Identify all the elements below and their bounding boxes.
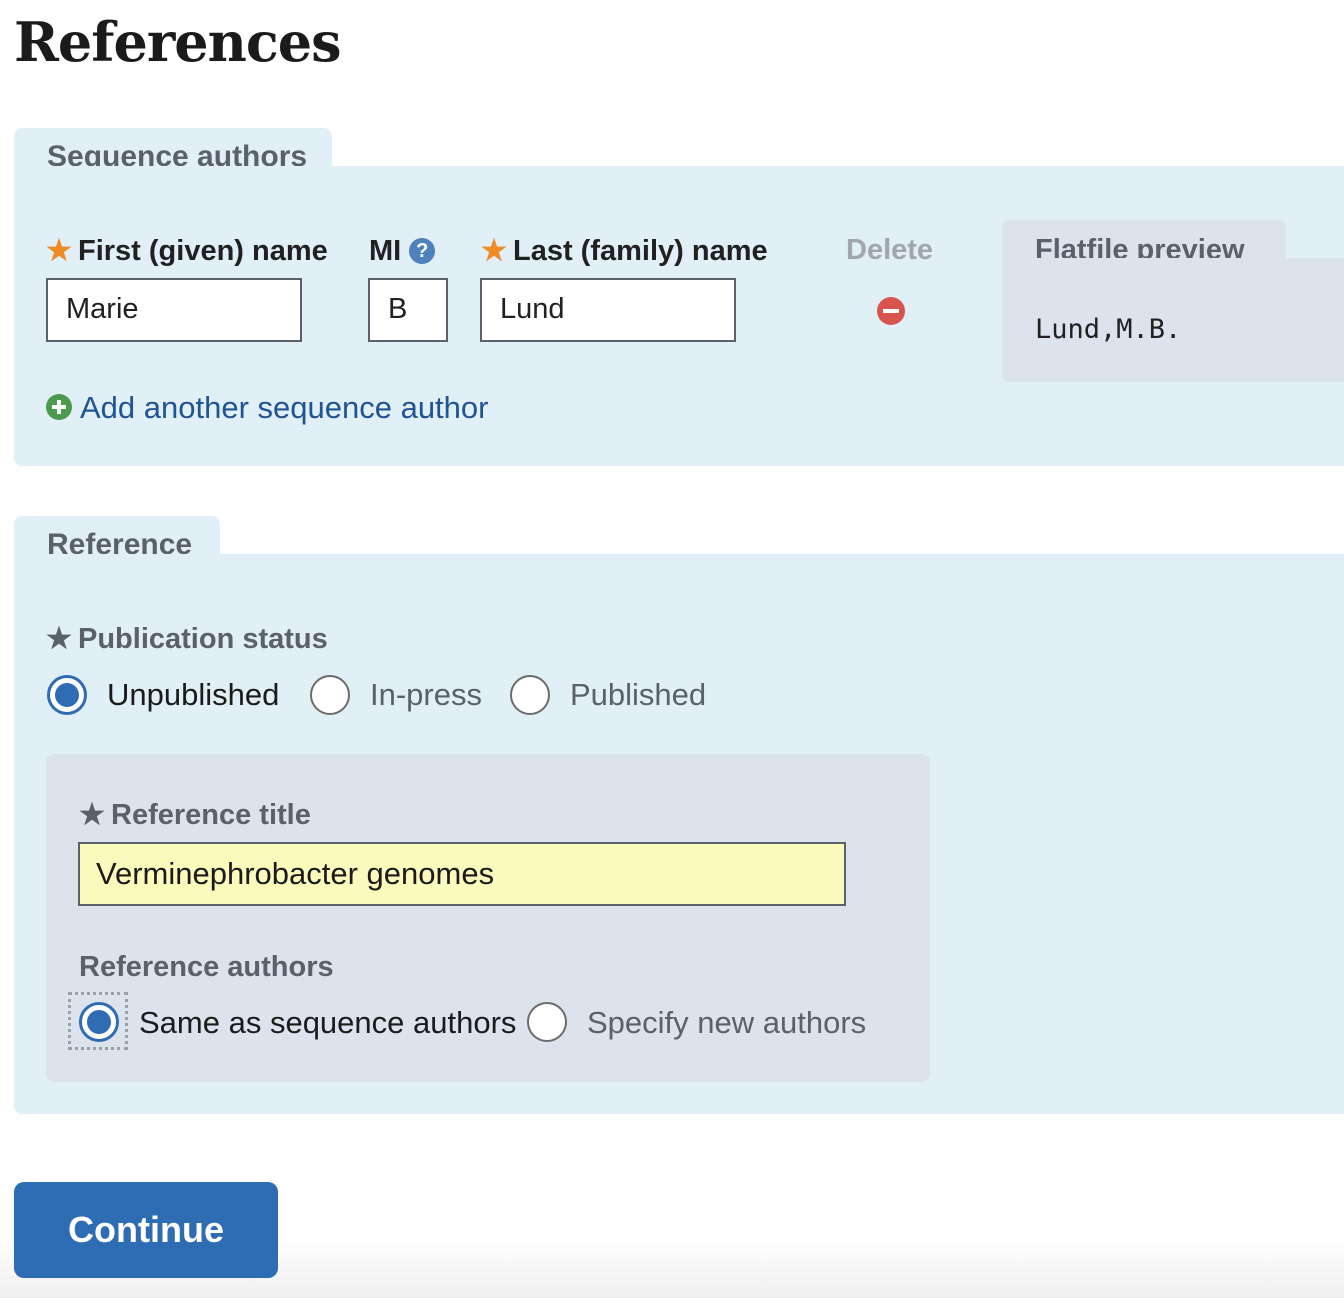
required-star-icon: ★ (79, 799, 105, 831)
delete-author-icon[interactable] (877, 297, 905, 325)
radio-same-as-sequence-authors[interactable] (79, 1002, 119, 1042)
reference-tab: Reference (14, 516, 220, 561)
required-star-icon: ★ (481, 235, 507, 267)
first-name-input[interactable]: Marie (46, 278, 302, 342)
radio-specify-new-authors-label[interactable]: Specify new authors (587, 1003, 866, 1043)
page-title: References (14, 10, 342, 74)
radio-unpublished[interactable] (47, 675, 87, 715)
reference-title-label: ★ Reference title (79, 799, 311, 831)
required-star-icon: ★ (46, 623, 72, 655)
continue-button[interactable]: Continue (14, 1182, 278, 1278)
first-name-label: ★ First (given) name (46, 235, 328, 267)
radio-published-label[interactable]: Published (570, 675, 706, 715)
radio-published[interactable] (510, 675, 550, 715)
last-name-label: ★ Last (family) name (481, 235, 768, 267)
radio-unpublished-label[interactable]: Unpublished (107, 675, 279, 715)
radio-same-as-sequence-authors-label[interactable]: Same as sequence authors (139, 1003, 516, 1043)
reference-authors-label: Reference authors (79, 951, 334, 983)
reference-title-input[interactable]: Verminephrobacter genomes (78, 842, 846, 906)
radio-specify-new-authors[interactable] (527, 1002, 567, 1042)
delete-column-label: Delete (846, 234, 934, 266)
radio-in-press-label[interactable]: In-press (370, 675, 482, 715)
flatfile-preview-text: Lund,M.B. (1035, 314, 1182, 345)
publication-status-label: ★ Publication status (46, 623, 328, 655)
radio-in-press[interactable] (310, 675, 350, 715)
add-sequence-author-link[interactable]: Add another sequence author (46, 388, 488, 428)
plus-circle-icon (46, 394, 72, 420)
last-name-input[interactable]: Lund (480, 278, 736, 342)
mi-label: MI? (369, 233, 436, 269)
required-star-icon: ★ (46, 235, 72, 267)
sequence-authors-tab: Sequence authors (14, 128, 332, 173)
mi-input[interactable]: B (368, 278, 448, 342)
flatfile-preview-heading: Flatfile preview (1002, 220, 1286, 266)
help-icon[interactable]: ? (409, 238, 436, 264)
